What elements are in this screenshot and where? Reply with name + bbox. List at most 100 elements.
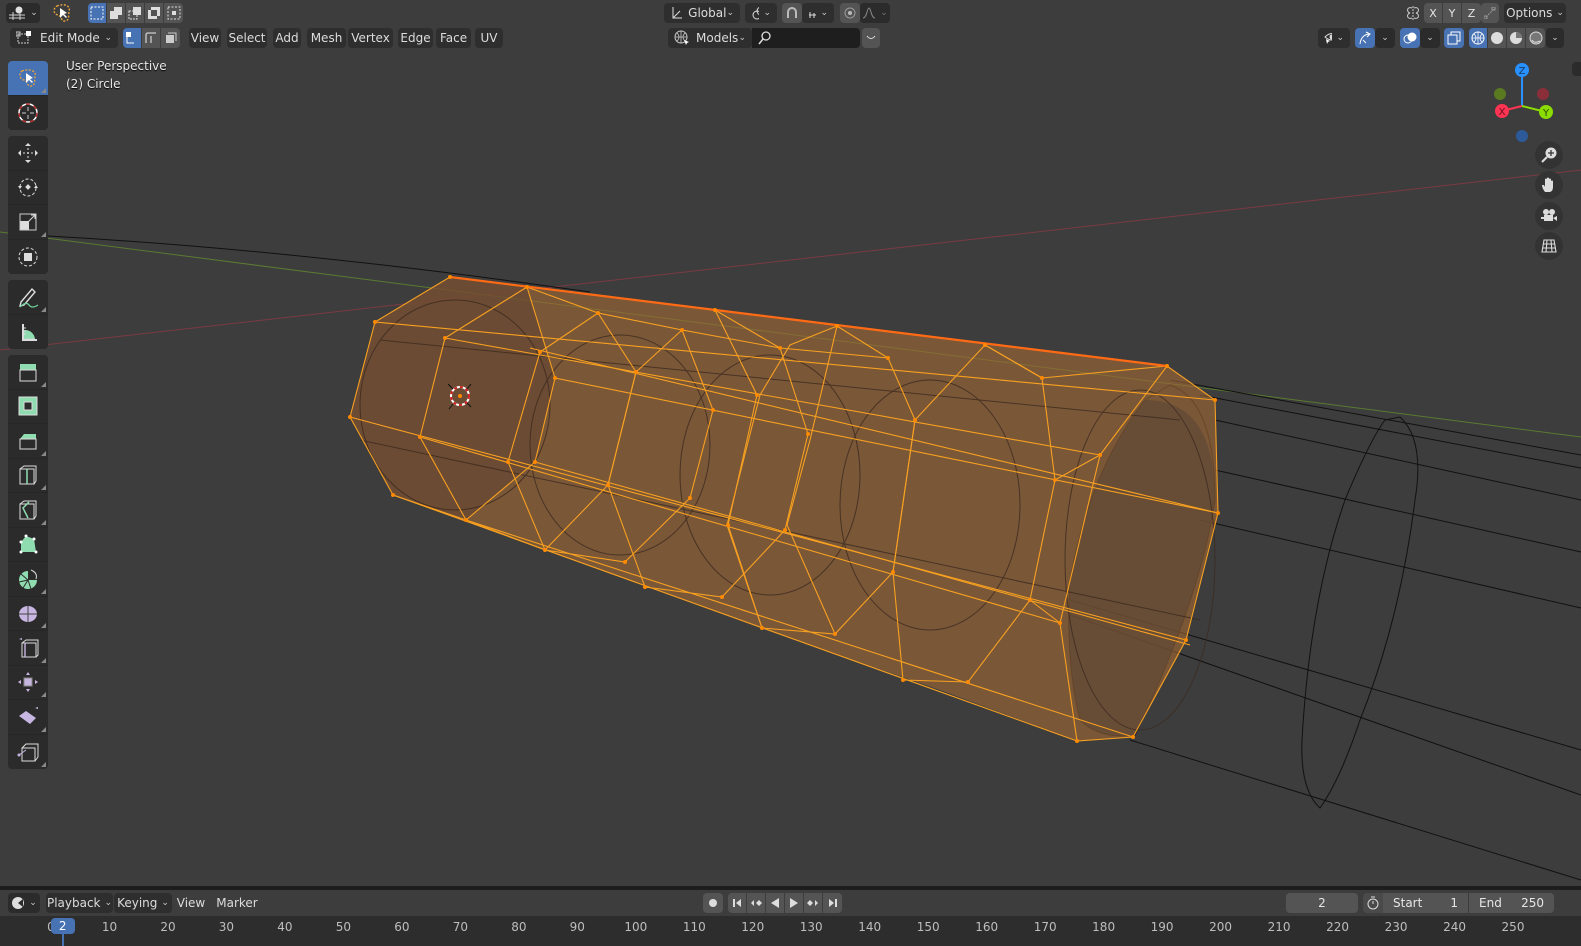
- search-field[interactable]: [752, 28, 860, 48]
- tool-spin[interactable]: [8, 562, 48, 597]
- proportional-edit-toggle[interactable]: [840, 3, 860, 23]
- view-name-label: User Perspective: [66, 59, 167, 73]
- jump-end-button[interactable]: [823, 893, 842, 913]
- xray-toggle[interactable]: [1444, 28, 1464, 48]
- select-extend-button[interactable]: [107, 3, 126, 23]
- tool-move[interactable]: [8, 136, 48, 171]
- proportional-falloff-dropdown[interactable]: ⌄: [860, 3, 890, 23]
- timeline-menu-view[interactable]: View: [176, 893, 206, 913]
- tool-rotate[interactable]: [8, 171, 48, 205]
- select-set-button[interactable]: [88, 3, 107, 23]
- menu-mesh[interactable]: Mesh: [307, 28, 346, 48]
- mirror-x-toggle[interactable]: X: [1424, 3, 1443, 23]
- zoom-view-button[interactable]: [1535, 141, 1563, 169]
- overlays-toggle[interactable]: [1400, 28, 1420, 48]
- tool-inset-faces[interactable]: [8, 390, 48, 424]
- playhead-frame-indicator[interactable]: 2: [50, 918, 75, 934]
- snap-target-dropdown[interactable]: ⌄: [802, 3, 834, 23]
- 3d-viewport[interactable]: User Perspective (2) Circle Z X Y: [0, 52, 1581, 886]
- inset-faces-icon: [18, 396, 38, 416]
- vertex-select-mode-button[interactable]: [123, 28, 142, 48]
- tool-rip-region[interactable]: [8, 735, 48, 770]
- tool-shear[interactable]: [8, 700, 48, 735]
- search-input[interactable]: [776, 30, 856, 46]
- jump-start-button[interactable]: [728, 893, 747, 913]
- start-frame-field[interactable]: Start 1: [1383, 893, 1468, 913]
- mirror-y-toggle[interactable]: Y: [1443, 3, 1462, 23]
- mirror-toggle[interactable]: [1403, 3, 1423, 23]
- mirror-z-toggle[interactable]: Z: [1462, 3, 1481, 23]
- snap-toggle[interactable]: [782, 3, 802, 23]
- tool-transform[interactable]: [8, 240, 48, 275]
- frame-tick-label: 220: [1326, 920, 1349, 934]
- next-keyframe-button[interactable]: [804, 893, 823, 913]
- end-frame-field[interactable]: End 250: [1469, 893, 1554, 913]
- face-select-mode-button[interactable]: [161, 28, 180, 48]
- tool-cursor[interactable]: [8, 96, 48, 131]
- menu-face[interactable]: Face: [436, 28, 471, 48]
- neg-z-axis-ball[interactable]: [1516, 130, 1528, 142]
- menu-edge[interactable]: Edge: [398, 28, 433, 48]
- use-preview-range-toggle[interactable]: [1363, 893, 1383, 913]
- shading-dropdown[interactable]: ⌄: [1546, 28, 1564, 48]
- mode-dropdown[interactable]: Edit Mode ⌄: [10, 28, 118, 48]
- neg-x-axis-ball[interactable]: [1537, 88, 1549, 100]
- tool-smooth[interactable]: [8, 597, 48, 631]
- select-subtract-button[interactable]: [126, 3, 145, 23]
- gizmo-dropdown[interactable]: ⌄: [1375, 28, 1395, 48]
- collection-filter-dropdown[interactable]: Models ⌄: [668, 28, 752, 48]
- keying-dropdown[interactable]: Keying ⌄: [114, 893, 172, 913]
- camera-view-button[interactable]: [1535, 202, 1563, 230]
- edge-select-mode-button[interactable]: [142, 28, 161, 48]
- playhead-line[interactable]: [61, 934, 64, 946]
- select-intersect-button[interactable]: [164, 3, 183, 23]
- selectability-visibility-dropdown[interactable]: ⌄: [1318, 28, 1350, 48]
- timeline-editor-type-button[interactable]: ⌄: [8, 893, 40, 913]
- transform-orientation-dropdown[interactable]: Global ⌄: [664, 3, 740, 23]
- menu-view[interactable]: View: [189, 28, 221, 48]
- pivot-point-icon: [752, 6, 760, 20]
- options-dropdown[interactable]: Options ⌄: [1504, 3, 1566, 23]
- tool-annotate[interactable]: [8, 280, 48, 315]
- auto-keying-toggle[interactable]: [703, 893, 723, 913]
- timeline-menu-marker[interactable]: Marker: [215, 893, 259, 913]
- neg-y-axis-ball[interactable]: [1494, 88, 1506, 100]
- tool-shrink-fatten[interactable]: [8, 666, 48, 700]
- pan-view-button[interactable]: [1535, 171, 1563, 199]
- material-shading-button[interactable]: [1507, 28, 1526, 48]
- frame-tick-label: 40: [277, 920, 293, 934]
- toggle-ortho-button[interactable]: [1535, 232, 1563, 260]
- timeline-ruler[interactable]: 0102030405060708090100110120130140150160…: [0, 916, 1581, 946]
- menu-uv[interactable]: UV: [475, 28, 503, 48]
- auto-merge-toggle[interactable]: [1481, 3, 1499, 23]
- current-frame-field[interactable]: 2: [1286, 893, 1358, 913]
- sidebar-toggle[interactable]: [1572, 62, 1581, 76]
- tool-scale[interactable]: [8, 205, 48, 240]
- playback-dropdown[interactable]: Playback ⌄: [46, 893, 113, 913]
- pivot-point-dropdown[interactable]: ⌄: [745, 3, 777, 23]
- menu-vertex[interactable]: Vertex: [348, 28, 393, 48]
- menu-add[interactable]: Add: [273, 28, 301, 48]
- tool-knife[interactable]: [8, 493, 48, 528]
- tool-select-lasso[interactable]: [8, 61, 48, 96]
- tool-loop-cut[interactable]: [8, 459, 48, 493]
- tool-extrude-region[interactable]: [8, 355, 48, 390]
- tool-measure[interactable]: [8, 315, 48, 350]
- tool-bevel[interactable]: [8, 424, 48, 459]
- gizmo-toggle[interactable]: [1355, 28, 1375, 48]
- play-button[interactable]: [785, 893, 804, 913]
- tool-poly-build[interactable]: [8, 528, 48, 562]
- wireframe-shading-button[interactable]: [1469, 28, 1488, 48]
- play-reverse-button[interactable]: [766, 893, 785, 913]
- select-difference-button[interactable]: [145, 3, 164, 23]
- editor-type-button[interactable]: ⌄: [6, 3, 40, 23]
- rendered-shading-button[interactable]: [1526, 28, 1545, 48]
- filter-options-button[interactable]: [862, 28, 880, 48]
- overlays-dropdown[interactable]: ⌄: [1420, 28, 1440, 48]
- menu-select[interactable]: Select: [227, 28, 267, 48]
- navigation-gizmo[interactable]: Z X Y: [1488, 62, 1558, 142]
- prev-keyframe-button[interactable]: [747, 893, 766, 913]
- tool-edge-slide[interactable]: [8, 631, 48, 666]
- solid-shading-button[interactable]: [1488, 28, 1507, 48]
- active-tool-select-lasso[interactable]: [50, 2, 74, 24]
